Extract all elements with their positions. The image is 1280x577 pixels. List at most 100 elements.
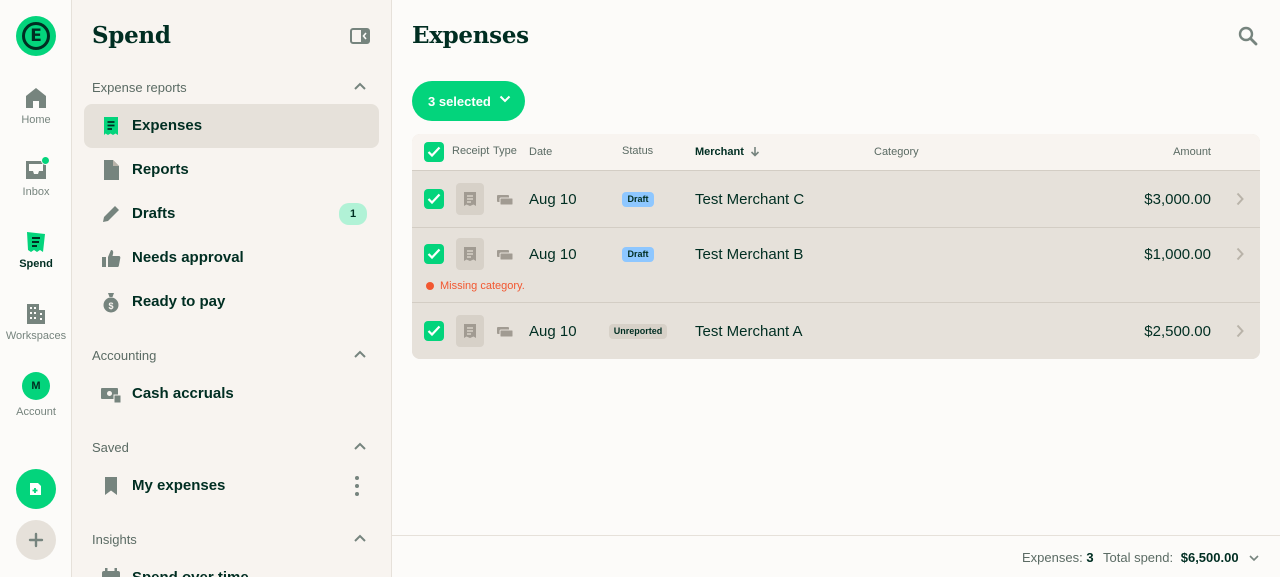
totals-footer: Expenses: 3 Total spend: $6,500.00	[392, 535, 1280, 577]
sidebar-title: Spend	[92, 22, 171, 49]
calendar-icon	[102, 568, 120, 577]
column-receipt[interactable]: Receipt	[452, 144, 489, 158]
nav-workspaces[interactable]: Workspaces	[0, 302, 72, 342]
check-icon	[427, 193, 441, 205]
expensify-logo[interactable]: E	[16, 16, 56, 56]
bookmark-icon	[105, 477, 117, 495]
collapse-sidebar-icon	[350, 28, 370, 44]
nav-spend-label: Spend	[19, 258, 53, 270]
nav-spend[interactable]: Spend	[0, 230, 72, 270]
row-checkbox[interactable]	[424, 244, 444, 264]
status-badge: Draft	[622, 247, 654, 262]
sidebar-item-label: Reports	[132, 161, 189, 178]
table-row[interactable]: Aug 10 Unreported Test Merchant A $2,500…	[412, 302, 1260, 359]
status-badge: Unreported	[609, 324, 667, 339]
logo-letter: E	[30, 26, 42, 46]
table-row[interactable]: Aug 10 Draft Test Merchant B $1,000.00 M…	[412, 227, 1260, 302]
expenses-table: Receipt Type Date Status Merchant Catego…	[412, 134, 1260, 359]
nav-home[interactable]: Home	[0, 86, 72, 126]
missing-category-warning: Missing category.	[426, 280, 525, 292]
chevron-up-icon	[354, 350, 366, 358]
chevron-right-icon[interactable]	[1236, 247, 1244, 261]
navigation-rail: E Home Inbox Spend Workspaces M Account	[0, 0, 72, 577]
nav-inbox[interactable]: Inbox	[0, 156, 72, 198]
receipt-thumbnail[interactable]	[456, 183, 484, 215]
sidebar-item-needs-approval[interactable]: Needs approval	[84, 236, 379, 280]
page-title: Expenses	[412, 22, 529, 49]
main-content: Expenses 3 selected Receipt Type Date St…	[392, 0, 1280, 577]
expenses-count-label: Expenses:	[1022, 550, 1083, 565]
inbox-unread-dot	[41, 156, 50, 165]
add-button[interactable]	[16, 520, 56, 560]
column-date[interactable]: Date	[529, 145, 552, 159]
cash-icon	[497, 250, 513, 261]
spend-sidebar: Spend Expense reports Expenses Reports D…	[72, 0, 392, 577]
select-all-checkbox[interactable]	[424, 142, 444, 162]
new-expense-icon	[30, 483, 41, 495]
sidebar-item-label: Ready to pay	[132, 293, 226, 310]
cash-icon	[101, 388, 122, 404]
check-icon	[427, 248, 441, 260]
expenses-count: Expenses: 3	[1022, 550, 1094, 565]
collapse-sidebar-button[interactable]	[350, 28, 370, 44]
drafts-count-badge: 1	[339, 203, 367, 225]
selected-actions-button[interactable]: 3 selected	[412, 81, 525, 121]
svg-text:$: $	[108, 301, 113, 311]
section-expense-reports[interactable]: Expense reports	[92, 78, 372, 98]
total-spend-value: $6,500.00	[1180, 550, 1239, 565]
column-type[interactable]: Type	[493, 144, 517, 158]
sidebar-item-my-expenses[interactable]: My expenses	[84, 464, 379, 508]
section-saved[interactable]: Saved	[92, 438, 372, 458]
nav-account[interactable]: M Account	[0, 372, 72, 418]
sidebar-item-label: My expenses	[132, 477, 226, 494]
home-icon	[24, 86, 48, 110]
section-insights[interactable]: Insights	[92, 530, 372, 550]
more-options-icon[interactable]	[355, 476, 359, 496]
new-expense-button[interactable]	[16, 469, 56, 509]
nav-account-label: Account	[16, 406, 56, 418]
receipt-icon	[24, 230, 48, 254]
sidebar-item-label: Drafts	[132, 205, 176, 222]
check-icon	[427, 146, 441, 158]
receipt-placeholder-icon	[464, 247, 476, 261]
section-title: Insights	[92, 532, 137, 547]
table-row[interactable]: Aug 10 Draft Test Merchant C $3,000.00	[412, 170, 1260, 227]
row-checkbox[interactable]	[424, 189, 444, 209]
row-checkbox[interactable]	[424, 321, 444, 341]
column-merchant[interactable]: Merchant	[695, 145, 760, 159]
chevron-up-icon	[354, 82, 366, 90]
section-accounting[interactable]: Accounting	[92, 346, 372, 366]
expense-date: Aug 10	[529, 246, 577, 263]
column-amount[interactable]: Amount	[1173, 145, 1211, 159]
chevron-down-icon[interactable]	[1249, 555, 1259, 562]
expense-merchant: Test Merchant B	[695, 246, 804, 263]
nav-workspaces-label: Workspaces	[5, 330, 67, 342]
money-bag-icon: $	[103, 293, 119, 313]
total-spend: Total spend: $6,500.00	[1103, 550, 1239, 565]
column-status[interactable]: Status	[622, 144, 653, 158]
receipt-thumbnail[interactable]	[456, 238, 484, 270]
sidebar-item-reports[interactable]: Reports	[84, 148, 379, 192]
sidebar-item-ready-to-pay[interactable]: $ Ready to pay	[84, 280, 379, 324]
sidebar-item-label: Cash accruals	[132, 385, 234, 402]
chevron-down-icon	[499, 95, 511, 103]
nav-home-label: Home	[21, 114, 51, 126]
error-dot-icon	[426, 282, 434, 290]
column-category[interactable]: Category	[874, 145, 919, 159]
search-icon[interactable]	[1238, 26, 1258, 46]
receipt-thumbnail[interactable]	[456, 315, 484, 347]
receipt-placeholder-icon	[464, 192, 476, 206]
chevron-right-icon[interactable]	[1236, 324, 1244, 338]
sidebar-item-spend-over-time[interactable]: Spend over time	[84, 556, 379, 577]
cash-icon	[497, 195, 513, 206]
receipt-icon	[104, 117, 118, 135]
sort-arrow-down-icon	[750, 147, 760, 157]
chevron-right-icon[interactable]	[1236, 192, 1244, 206]
chevron-up-icon	[354, 442, 366, 450]
sidebar-item-drafts[interactable]: Drafts 1	[84, 192, 379, 236]
sidebar-item-expenses[interactable]: Expenses	[84, 104, 379, 148]
receipt-placeholder-icon	[464, 324, 476, 338]
check-icon	[427, 325, 441, 337]
building-icon	[24, 302, 48, 326]
sidebar-item-cash-accruals[interactable]: Cash accruals	[84, 372, 379, 416]
